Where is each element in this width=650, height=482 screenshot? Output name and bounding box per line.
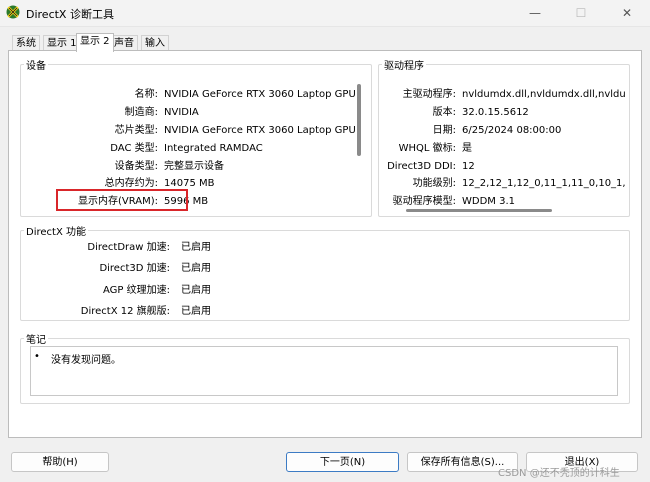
watermark: CSDN @还不秃顶的计科生 — [498, 468, 620, 479]
feature-label: Direct3D 加速: — [99, 263, 170, 274]
driver-label: 驱动程序模型: — [392, 196, 456, 206]
device-label: 设备类型: — [114, 161, 158, 172]
device-value: Integrated RAMDAC — [164, 143, 263, 154]
feature-label: AGP 纹理加速: — [103, 285, 170, 296]
tab-system[interactable]: 系统 — [12, 35, 40, 51]
device-row: 设备类型: 完整显示设备 — [24, 160, 356, 174]
tab-input[interactable]: 输入 — [141, 35, 169, 51]
feature-value: 已启用 — [181, 242, 211, 253]
driver-info-list[interactable]: 主驱动程序: nvldumdx.dll,nvldumdx.dll,nvldumd… — [382, 70, 626, 206]
device-label: DAC 类型: — [110, 143, 158, 154]
feature-label: DirectX 12 旗舰版: — [80, 306, 170, 317]
feature-row: DirectDraw 加速: 已启用 — [24, 241, 424, 255]
device-row: 芯片类型: NVIDIA GeForce RTX 3060 Laptop GPU — [24, 124, 356, 138]
driver-value: 12 — [462, 161, 475, 172]
feature-value: 已启用 — [181, 263, 211, 274]
driver-row: Direct3D DDI: 12 — [382, 160, 626, 174]
notes-bullet: • — [34, 351, 40, 362]
driver-value: 6/25/2024 08:00:00 — [462, 125, 562, 136]
feature-value: 已启用 — [181, 285, 211, 296]
driver-value: WDDM 3.1 — [462, 196, 515, 206]
help-button[interactable]: 帮助(H) — [11, 452, 109, 472]
driver-row: 功能级别: 12_2,12_1,12_0,11_1,11_0,10_1,10_0… — [382, 177, 626, 191]
driver-row: 版本: 32.0.15.5612 — [382, 106, 626, 120]
feature-row: AGP 纹理加速: 已启用 — [24, 284, 424, 298]
driver-row: 驱动程序模型: WDDM 3.1 — [382, 195, 626, 206]
device-row: 制造商: NVIDIA — [24, 106, 356, 120]
driver-row: WHQL 徽标: 是 — [382, 142, 626, 156]
driver-value: 32.0.15.5612 — [462, 107, 529, 118]
next-page-button[interactable]: 下一页(N) — [286, 452, 399, 472]
tab-display-2[interactable]: 显示 2 — [76, 33, 114, 52]
tab-sound[interactable]: 声音 — [110, 35, 138, 51]
device-scrollbar[interactable] — [357, 84, 361, 156]
driver-value: 是 — [462, 143, 472, 154]
device-row: 名称: NVIDIA GeForce RTX 3060 Laptop GPU — [24, 88, 356, 102]
notes-textbox[interactable]: • 没有发现问题。 — [30, 346, 618, 396]
driver-value: 12_2,12_1,12_0,11_1,11_0,10_1,10_0,9_3 — [462, 178, 626, 189]
maximize-button[interactable]: ☐ — [558, 0, 604, 26]
notes-title: 笔记 — [26, 335, 46, 346]
vram-highlight-box — [56, 189, 188, 211]
minimize-button[interactable]: — — [512, 0, 558, 26]
device-label: 名称: — [134, 89, 158, 100]
driver-row: 日期: 6/25/2024 08:00:00 — [382, 124, 626, 138]
driver-row: 主驱动程序: nvldumdx.dll,nvldumdx.dll,nvldumd… — [382, 88, 626, 102]
feature-label: DirectDraw 加速: — [87, 242, 170, 253]
device-label: 芯片类型: — [114, 125, 158, 136]
tab-display-1[interactable]: 显示 1 — [43, 35, 81, 51]
window-title: DirectX 诊断工具 — [26, 8, 114, 21]
title-bar: DirectX 诊断工具 — ☐ ✕ — [0, 0, 650, 27]
driver-label: 版本: — [432, 107, 456, 118]
feature-row: Direct3D 加速: 已启用 — [24, 262, 424, 276]
driver-scrollbar[interactable] — [406, 209, 552, 212]
directx-features-title: DirectX 功能 — [26, 227, 86, 238]
driver-label: WHQL 徽标: — [398, 143, 456, 154]
device-value: 完整显示设备 — [164, 161, 224, 172]
driver-label: 主驱动程序: — [402, 89, 456, 100]
driver-label: Direct3D DDI: — [387, 161, 456, 172]
device-label: 制造商: — [124, 107, 158, 118]
device-row: DAC 类型: Integrated RAMDAC — [24, 142, 356, 156]
device-value: NVIDIA GeForce RTX 3060 Laptop GPU — [164, 125, 356, 136]
feature-row: DirectX 12 旗舰版: 已启用 — [24, 305, 424, 319]
directx-app-icon — [6, 5, 20, 19]
device-value: NVIDIA — [164, 107, 199, 118]
close-button[interactable]: ✕ — [604, 0, 650, 26]
device-value: NVIDIA GeForce RTX 3060 Laptop GPU — [164, 89, 356, 100]
driver-label: 日期: — [432, 125, 456, 136]
notes-text: 没有发现问题。 — [51, 355, 121, 366]
feature-value: 已启用 — [181, 306, 211, 317]
driver-value: nvldumdx.dll,nvldumdx.dll,nvldumdx.dll — [462, 89, 626, 100]
driver-label: 功能级别: — [412, 178, 456, 189]
